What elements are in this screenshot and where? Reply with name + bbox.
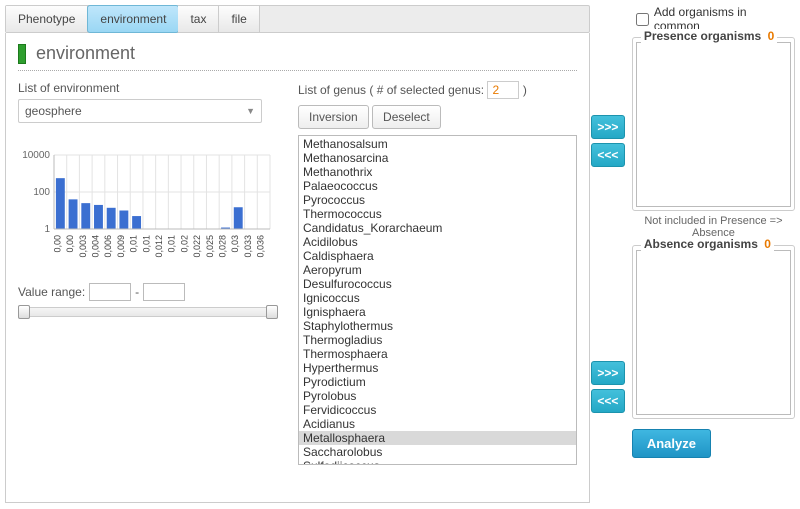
genus-item[interactable]: Sulfodiicoccus — [299, 459, 576, 465]
svg-text:0,006: 0,006 — [103, 235, 113, 258]
analyze-button[interactable]: Analyze — [632, 429, 711, 458]
chevron-down-icon: ▼ — [246, 106, 255, 116]
slider-handle-min[interactable] — [18, 305, 30, 319]
environment-select-value: geosphere — [25, 104, 82, 118]
svg-text:0,03: 0,03 — [230, 235, 240, 253]
genus-item[interactable]: Methanosarcina — [299, 151, 576, 165]
environment-select[interactable]: geosphere ▼ — [18, 99, 262, 123]
value-range-label: Value range: — [18, 285, 85, 299]
environment-panel: environment List of environment geospher… — [5, 33, 590, 503]
genus-item[interactable]: Methanothrix — [299, 165, 576, 179]
genus-item[interactable]: Acidianus — [299, 417, 576, 431]
svg-text:0,004: 0,004 — [90, 235, 100, 258]
genus-item[interactable]: Metallosphaera — [299, 431, 576, 445]
absence-count: 0 — [764, 237, 771, 251]
deselect-button[interactable]: Deselect — [372, 105, 441, 129]
absence-listbox[interactable] — [636, 250, 791, 415]
svg-text:0,00: 0,00 — [52, 235, 62, 253]
genus-item[interactable]: Ignicoccus — [299, 291, 576, 305]
distribution-chart: 1100100000,000,000,0030,0040,0060,0090,0… — [18, 149, 274, 269]
genus-item[interactable]: Pyrococcus — [299, 193, 576, 207]
genus-item[interactable]: Pyrodictium — [299, 375, 576, 389]
add-common-checkbox[interactable] — [636, 13, 649, 26]
presence-add-button[interactable]: >>> — [591, 115, 625, 139]
inversion-button[interactable]: Inversion — [298, 105, 369, 129]
genus-item[interactable]: Ignisphaera — [299, 305, 576, 319]
svg-text:0,022: 0,022 — [192, 235, 202, 258]
genus-item[interactable]: Thermococcus — [299, 207, 576, 221]
section-title: environment — [36, 43, 135, 64]
tab-environment[interactable]: environment — [87, 5, 179, 33]
svg-text:0,01: 0,01 — [129, 235, 139, 253]
genus-item[interactable]: Aeropyrum — [299, 263, 576, 277]
svg-text:0,028: 0,028 — [218, 235, 228, 258]
genus-item[interactable]: Fervidicoccus — [299, 403, 576, 417]
presence-fieldset: Presence organisms 0 — [632, 37, 795, 211]
absence-fieldset: Absence organisms 0 — [632, 245, 795, 419]
genus-item[interactable]: Saccharolobus — [299, 445, 576, 459]
value-range-from-input[interactable] — [89, 283, 131, 301]
svg-text:0,00: 0,00 — [65, 235, 75, 253]
absence-legend-label: Absence organisms — [644, 237, 758, 251]
genus-item[interactable]: Thermogladius — [299, 333, 576, 347]
svg-text:0,003: 0,003 — [78, 235, 88, 258]
tab-file[interactable]: file — [219, 6, 259, 32]
value-range-slider[interactable] — [18, 307, 278, 317]
genus-item[interactable]: Candidatus_Korarchaeum — [299, 221, 576, 235]
genus-item[interactable]: Thermosphaera — [299, 347, 576, 361]
svg-text:0,033: 0,033 — [243, 235, 253, 258]
genus-selected-count: 2 — [487, 81, 519, 99]
genus-item[interactable]: Palaeococcus — [299, 179, 576, 193]
svg-text:1: 1 — [44, 224, 50, 235]
genus-item[interactable]: Pyrolobus — [299, 389, 576, 403]
slider-handle-max[interactable] — [266, 305, 278, 319]
svg-text:10000: 10000 — [22, 150, 50, 161]
genus-item[interactable]: Desulfurococcus — [299, 277, 576, 291]
tab-phenotype[interactable]: Phenotype — [6, 6, 88, 32]
section-marker-icon — [18, 44, 26, 64]
genus-item[interactable]: Caldisphaera — [299, 249, 576, 263]
svg-text:0,025: 0,025 — [205, 235, 215, 258]
presence-absence-note: Not included in Presence => Absence — [632, 215, 795, 239]
presence-listbox[interactable] — [636, 42, 791, 207]
presence-remove-button[interactable]: <<< — [591, 143, 625, 167]
svg-text:0,012: 0,012 — [154, 235, 164, 258]
svg-text:0,009: 0,009 — [116, 235, 126, 258]
tab-tax[interactable]: tax — [178, 6, 219, 32]
value-range-to-input[interactable] — [143, 283, 185, 301]
env-list-label: List of environment — [18, 81, 286, 95]
genus-item[interactable]: Acidilobus — [299, 235, 576, 249]
svg-text:0,01: 0,01 — [167, 235, 177, 253]
presence-legend-label: Presence organisms — [644, 29, 761, 43]
tab-strip: Phenotype environment tax file — [5, 5, 590, 33]
genus-item[interactable]: Staphylothermus — [299, 319, 576, 333]
genus-item[interactable]: Hyperthermus — [299, 361, 576, 375]
presence-count: 0 — [768, 29, 775, 43]
absence-remove-button[interactable]: <<< — [591, 389, 625, 413]
svg-text:0,01: 0,01 — [141, 235, 151, 253]
genus-list-label: List of genus ( # of selected genus: 2 ) — [298, 81, 577, 99]
svg-text:100: 100 — [33, 187, 50, 198]
svg-text:0,036: 0,036 — [256, 235, 266, 258]
value-range-separator: - — [135, 285, 139, 299]
absence-add-button[interactable]: >>> — [591, 361, 625, 385]
svg-text:0,02: 0,02 — [179, 235, 189, 253]
genus-listbox[interactable]: MethanosalsumMethanosarcinaMethanothrixP… — [298, 135, 577, 465]
genus-item[interactable]: Methanosalsum — [299, 137, 576, 151]
